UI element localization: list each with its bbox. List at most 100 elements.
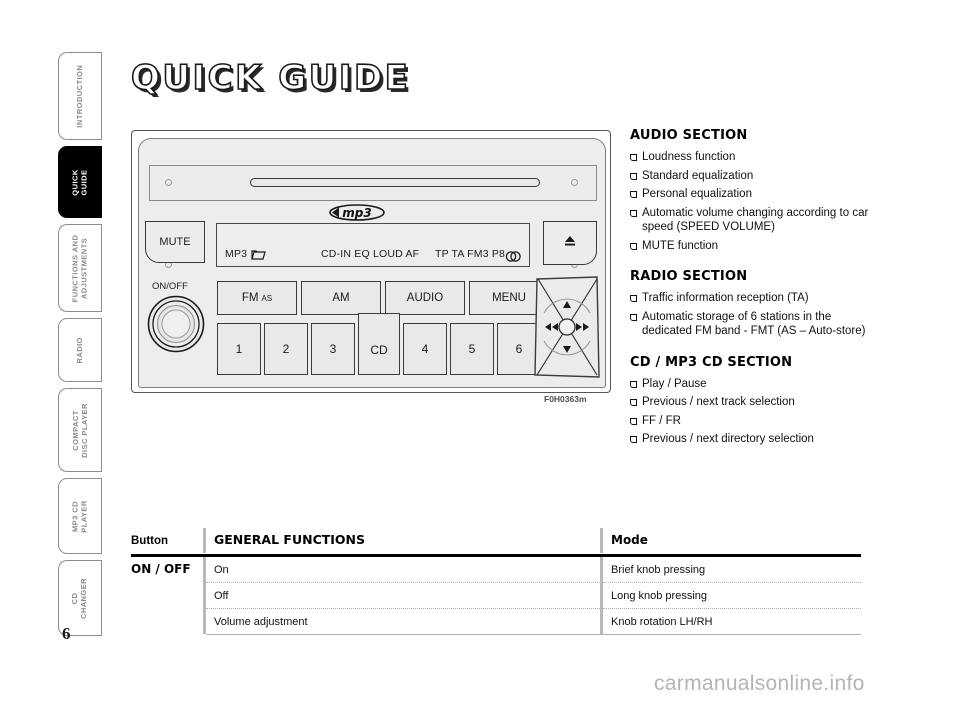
page-title: QUICK GUIDE: [130, 57, 411, 99]
function-text: On: [214, 564, 229, 576]
cd-slot: [250, 178, 540, 187]
mode-text: Brief knob pressing: [611, 564, 706, 576]
cd-button[interactable]: CD: [358, 313, 400, 375]
feature-sections: AUDIO SECTION Loudness function Standard e…: [630, 128, 870, 451]
function-text: Volume adjustment: [214, 616, 308, 628]
mute-button[interactable]: MUTE: [145, 221, 205, 263]
section-list-item: Automatic storage of 6 stations in the d…: [630, 310, 870, 339]
preset-6-label: 6: [515, 342, 523, 356]
sidebar-tab-mp3-cd-player[interactable]: MP3 CD PLAYER: [58, 478, 102, 554]
preset-button-1[interactable]: 1: [217, 323, 261, 375]
section-list-item: Standard equalization: [630, 169, 870, 184]
sidebar-tab-label: QUICK GUIDE: [70, 168, 88, 196]
am-button[interactable]: AM: [301, 281, 381, 315]
preset-4-label: 4: [421, 342, 429, 356]
square-bullet-icon: [630, 436, 637, 443]
section-list-item-text: Standard equalization: [642, 169, 754, 182]
header-cell-mode: Mode: [603, 528, 861, 553]
cell-function: Off: [206, 582, 600, 608]
cd-button-label: CD: [370, 343, 388, 357]
square-bullet-icon: [630, 242, 637, 250]
sidebar-tab-introduction[interactable]: INTRODUCTION: [58, 52, 102, 140]
preset-3-label: 3: [329, 342, 337, 356]
cd-slot-panel: [149, 165, 597, 201]
section-heading: RADIO SECTION: [630, 269, 748, 284]
folder-icon: [251, 248, 266, 266]
fm-button-sublabel: AS: [261, 293, 273, 303]
square-bullet-icon: [630, 313, 637, 321]
display-status-center: CD-IN EQ LOUD AF: [321, 248, 420, 260]
mp3-logo-icon: mp3: [325, 203, 389, 222]
section-list-item-text: Automatic volume changing according to c…: [642, 206, 869, 234]
table-row: Off Long knob pressing: [131, 582, 861, 608]
audio-button-label: AUDIO: [406, 292, 444, 304]
am-button-label: AM: [332, 292, 350, 304]
square-bullet-icon: [630, 172, 637, 180]
screw-hole-top-right: [571, 179, 578, 186]
display-status-right: TP TA FM3 P8: [435, 248, 506, 260]
cell-mode: Knob rotation LH/RH: [603, 608, 861, 634]
square-bullet-icon: [630, 154, 637, 161]
sidebar-tab-label: RADIO: [74, 336, 84, 364]
screw-hole-top-left: [165, 179, 172, 186]
table-body: ON / OFF On Brief knob pressing Off Long kno…: [131, 557, 861, 635]
sidebar-tab-compact-disc-player[interactable]: COMPACT DISC PLAYER: [58, 388, 102, 472]
section-list-item: Previous / next track selection: [630, 395, 870, 410]
svg-text:mp3: mp3: [342, 206, 371, 220]
display-text-row: MP3 CD-IN EQ LOUD AF TP TA FM3 P8: [217, 248, 529, 262]
section-list-item: Play / Pause: [630, 377, 870, 392]
preset-button-3[interactable]: 3: [311, 323, 355, 375]
eject-button[interactable]: [543, 221, 597, 265]
function-text: Off: [214, 590, 229, 602]
site-watermark: carmanualsonline.info: [654, 672, 865, 695]
figure-caption: F0H0363m: [544, 394, 587, 404]
cell-mode: Long knob pressing: [603, 582, 861, 608]
table-header-row: Button GENERAL FUNCTIONS Mode: [131, 528, 861, 553]
stereo-icon: [505, 249, 523, 267]
header-functions-label: GENERAL FUNCTIONS: [214, 532, 366, 547]
sidebar-tab-label: MP3 CD PLAYER: [70, 499, 89, 533]
section-list-item-text: Automatic storage of 6 stations in the d…: [642, 310, 866, 338]
square-bullet-icon: [630, 209, 637, 217]
cell-mode: Brief knob pressing: [603, 557, 861, 582]
sidebar-tab-functions-and-adjustments[interactable]: FUNCTIONS AND ADJUSTMENTS: [58, 224, 102, 312]
sidebar-tab-quick-guide[interactable]: QUICK GUIDE: [58, 146, 102, 218]
square-bullet-icon: [630, 380, 637, 388]
section-heading: CD / MP3 CD SECTION: [630, 354, 793, 370]
directional-pad[interactable]: [533, 275, 601, 379]
header-cell-functions: GENERAL FUNCTIONS: [206, 528, 600, 553]
cell-button-group: [131, 582, 203, 608]
section-list-item: FF / FR: [630, 414, 870, 429]
preset-button-5[interactable]: 5: [450, 323, 494, 375]
section-list-item-text: Loudness function: [642, 151, 736, 163]
table-row: ON / OFF On Brief knob pressing: [131, 557, 861, 582]
section-list-item-text: Previous / next directory selection: [642, 433, 814, 445]
preset-button-2[interactable]: 2: [264, 323, 308, 375]
sidebar-tab-radio[interactable]: RADIO: [58, 318, 102, 382]
sidebar-tab-label: COMPACT DISC PLAYER: [70, 402, 89, 458]
preset-button-4[interactable]: 4: [403, 323, 447, 375]
section-heading: AUDIO SECTION: [630, 128, 748, 143]
mode-text: Knob rotation LH/RH: [611, 616, 713, 628]
functions-table: Button GENERAL FUNCTIONS Mode ON / OFF On…: [131, 528, 861, 635]
radio-body: mp3 MP3 CD-IN EQ LOUD AF TP TA FM3 P8 MU…: [131, 130, 611, 393]
section-list-item-text: Previous / next track selection: [642, 396, 795, 408]
sidebar-tab-label: INTRODUCTION: [74, 64, 84, 128]
audio-button[interactable]: AUDIO: [385, 281, 465, 315]
fm-as-button[interactable]: FM AS: [217, 281, 297, 315]
onoff-volume-knob[interactable]: [147, 295, 205, 353]
button-group-label: ON / OFF: [131, 562, 191, 576]
cell-button-group: [131, 608, 203, 634]
section-list-item-text: MUTE function: [642, 239, 719, 252]
preset-1-label: 1: [235, 342, 243, 356]
section-list-item: Automatic volume changing according to c…: [630, 206, 870, 235]
cell-function: Volume adjustment: [206, 608, 600, 634]
sidebar-tabs: INTRODUCTION QUICK GUIDE FUNCTIONS AND ADJUS…: [58, 52, 102, 636]
section-list-item: Loudness function: [630, 150, 870, 165]
onoff-label: ON/OFF: [152, 281, 188, 292]
cell-function: On: [206, 557, 600, 582]
square-bullet-icon: [630, 191, 637, 198]
manual-page: INTRODUCTION QUICK GUIDE FUNCTIONS AND ADJUS…: [0, 0, 960, 709]
section-list-item-text: Play / Pause: [642, 377, 707, 390]
square-bullet-icon: [630, 295, 637, 302]
